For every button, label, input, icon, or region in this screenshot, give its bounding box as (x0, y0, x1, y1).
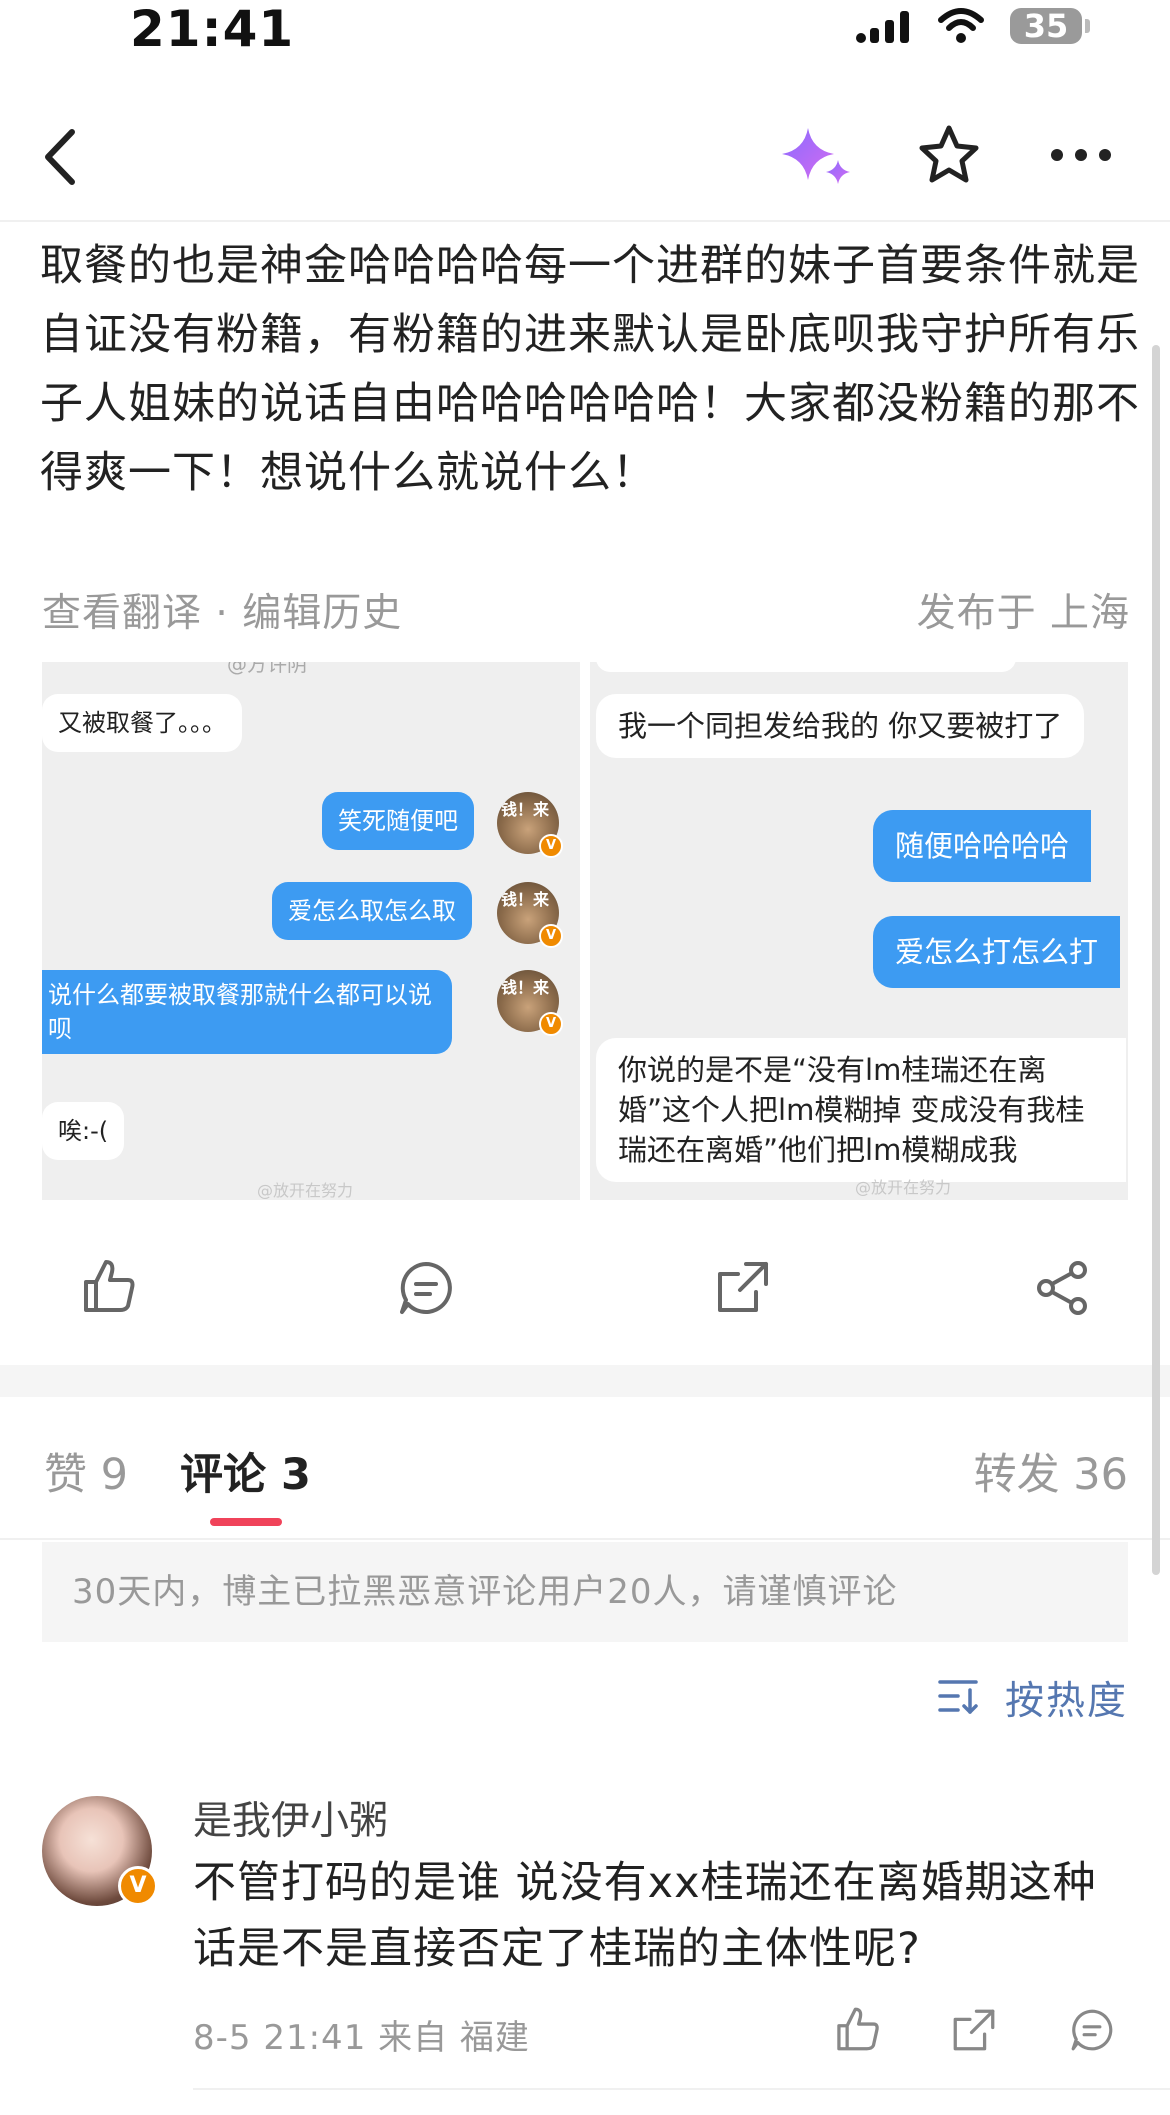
share-network-icon[interactable] (1034, 1260, 1090, 1316)
image-watermark: @放开在努力 (257, 1181, 354, 1200)
comment-meta: 8-5 21:41 来自 福建 (193, 2018, 530, 2058)
chat-bubble-right: 随便哈哈哈哈 (873, 810, 1092, 882)
repost-share-icon[interactable] (716, 1260, 770, 1314)
verified-badge-icon: V (539, 1012, 563, 1036)
post-image-2[interactable]: 我一个同担发给我的 你又要被打了 随便哈哈哈哈 爱怎么打怎么打 你说的是不是“没… (590, 662, 1128, 1200)
chat-bubble-right: 爱怎么取怎么取 (272, 882, 472, 940)
status-time: 21:41 (130, 0, 295, 58)
more-options-icon[interactable] (1050, 148, 1112, 162)
tab-likes[interactable]: 赞 9 (44, 1440, 128, 1502)
verified-badge-icon: V (539, 834, 563, 858)
chat-bubble-right: 爱怎么打怎么打 (873, 916, 1121, 988)
comment-divider (193, 2088, 1170, 2090)
chat-bubble-right: 说什么都要被取餐那就什么都可以说呗 (42, 970, 452, 1054)
comment-repost-icon[interactable] (952, 2008, 996, 2052)
tab-comments[interactable]: 评论 3 (180, 1440, 311, 1502)
image-top-fragment: @方许阴 (227, 662, 307, 676)
chat-bubble-left: 你说的是不是“没有lm桂瑞还在离婚”这个人把lm模糊掉 变成没有我桂瑞还在离婚”… (596, 1038, 1126, 1182)
cellular-signal-icon (855, 8, 915, 44)
verified-badge-icon: V (539, 924, 563, 948)
commenter-name[interactable]: 是我伊小粥 (193, 1790, 388, 1846)
like-thumb-icon[interactable] (80, 1258, 136, 1314)
translate-history-link[interactable]: 查看翻译 · 编辑历史 (42, 582, 402, 638)
post-body: 取餐的也是神金哈哈哈哈每一个进群的妹子首要条件就是自证没有粉籍，有粉籍的进来默认… (40, 241, 1140, 498)
chat-bubble-left: 我一个同担发给我的 你又要被打了 (596, 694, 1085, 758)
verified-badge-icon: V (118, 1866, 158, 1906)
sort-icon[interactable] (936, 1676, 984, 1716)
favorite-star-icon[interactable] (918, 124, 980, 186)
tabs-divider (0, 1538, 1170, 1540)
sort-by-hot-button[interactable]: 按热度 (1005, 1670, 1128, 1726)
comment-reply-icon[interactable] (1070, 2008, 1114, 2052)
comment-notice: 30天内，博主已拉黑恶意评论用户20人，请谨慎评论 (42, 1542, 1128, 1642)
back-arrow-icon[interactable] (40, 128, 80, 186)
comment-like-icon[interactable] (834, 2006, 880, 2052)
tab-reposts[interactable]: 转发 36 (974, 1440, 1128, 1502)
image-watermark: @放开在努力 (855, 1178, 952, 1197)
chat-bubble-fragment (596, 662, 1016, 672)
battery-indicator: 35 (1010, 8, 1082, 44)
post-location: 发布于 上海 (916, 591, 1130, 636)
ai-sparkle-icon[interactable] (780, 126, 856, 188)
chat-bubble-right: 笑死随便吧 (322, 792, 474, 850)
comment-bubble-icon[interactable] (398, 1260, 454, 1316)
comment-text: 不管打码的是谁 说没有xx桂瑞还在离婚期这种话是不是直接否定了桂瑞的主体性呢? (193, 1858, 1097, 1974)
chat-bubble-left: 又被取餐了。。。 (42, 694, 242, 752)
nav-divider (0, 220, 1170, 222)
battery-tip (1085, 19, 1090, 33)
scrollbar[interactable] (1152, 345, 1160, 1575)
section-gap (0, 1365, 1170, 1397)
chat-bubble-left: 唉:-( (42, 1102, 125, 1160)
active-tab-indicator (210, 1518, 282, 1526)
post-image-1[interactable]: @方许阴 又被取餐了。。。 笑死随便吧 钱！来 V 爱怎么取怎么取 钱！来 V … (42, 662, 580, 1200)
wifi-icon (937, 6, 985, 46)
